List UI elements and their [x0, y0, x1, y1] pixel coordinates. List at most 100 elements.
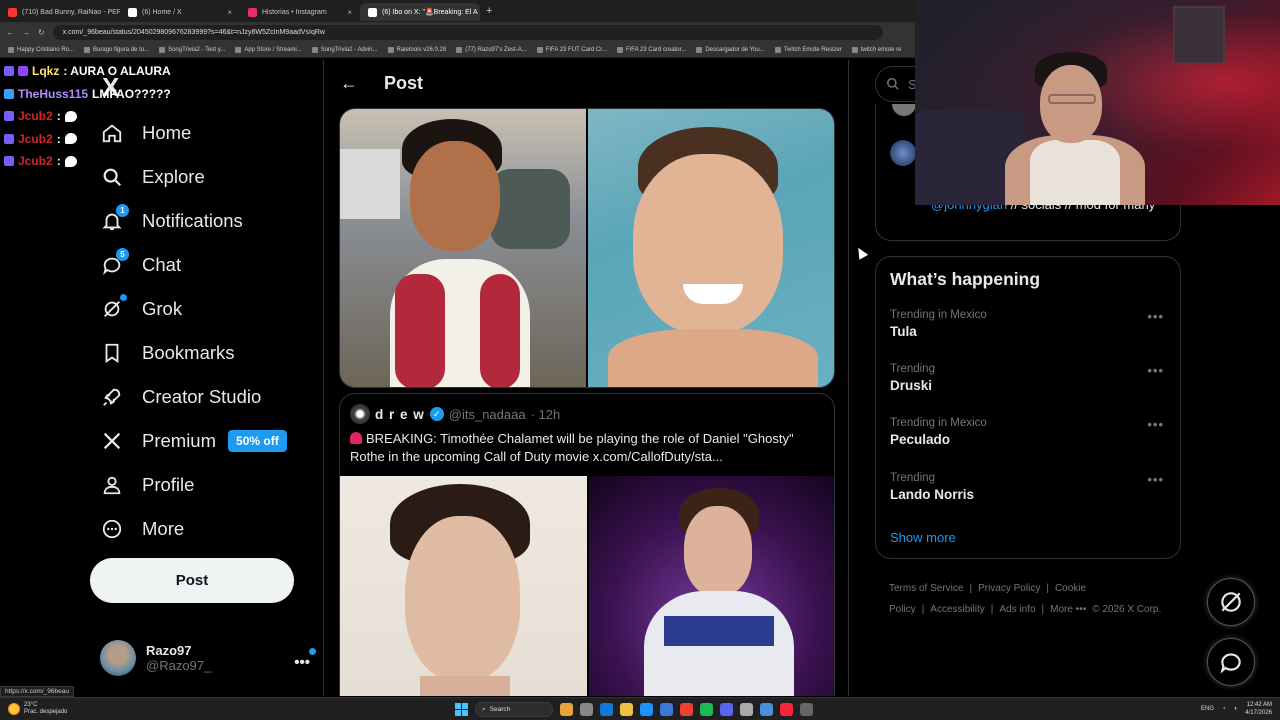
avatar[interactable] — [892, 104, 916, 116]
trend-more-icon[interactable]: ••• — [1147, 472, 1164, 487]
bookmark-favicon-icon — [616, 46, 623, 53]
footer-link[interactable]: More ••• — [1050, 604, 1086, 615]
address-bar[interactable]: x.com/_96beau/status/2045029809676283999… — [52, 24, 883, 40]
new-tab-button[interactable]: + — [480, 5, 498, 17]
spotify-app-icon[interactable] — [700, 703, 713, 716]
bookmark-item[interactable]: twitch emote re — [851, 46, 901, 53]
quote-media[interactable] — [340, 476, 834, 696]
footer-link[interactable]: Ads info — [999, 604, 1035, 615]
bookmark-item[interactable]: FIFA 23 FUT Card Cr... — [536, 46, 607, 53]
premium-discount-badge: 50% off — [228, 430, 287, 452]
nav-item-more[interactable]: More — [100, 507, 287, 551]
nav-item-profile[interactable]: Profile — [100, 463, 287, 507]
section-title: What’s happening — [890, 269, 1041, 289]
bookmark-icon — [100, 341, 124, 365]
trend-item[interactable]: Trending in Mexico Peculado ••• — [890, 417, 1172, 447]
volume-icon[interactable]: ◖ — [1234, 706, 1238, 712]
windows-start-icon[interactable] — [455, 703, 468, 716]
nav-item-premium[interactable]: Premium 50% off — [100, 419, 287, 463]
grok-fab-button[interactable] — [1207, 578, 1255, 626]
post-media-grid[interactable] — [339, 108, 835, 388]
chat-text: : — [56, 154, 61, 169]
language-indicator[interactable]: ENG — [1201, 706, 1214, 712]
nav-item-bookmarks[interactable]: Bookmarks — [100, 331, 287, 375]
bookmark-item[interactable]: Descargador de You... — [696, 46, 765, 53]
bookmark-item[interactable]: Raletools v26.0.28 — [387, 46, 446, 53]
bookmark-favicon-icon — [456, 46, 463, 53]
footer-link[interactable]: Privacy Policy — [978, 583, 1040, 594]
mail-app-icon[interactable] — [660, 703, 673, 716]
task-view-icon[interactable] — [580, 703, 593, 716]
quote-avatar[interactable] — [350, 404, 370, 424]
trend-item[interactable]: Trending Druski ••• — [890, 363, 1172, 393]
footer-link[interactable]: © 2026 X Corp. — [1092, 604, 1161, 615]
post-image-left[interactable] — [340, 109, 586, 387]
widgets-app-icon[interactable] — [560, 703, 573, 716]
back-icon[interactable]: ← — [6, 28, 14, 37]
nav-item-notifications[interactable]: 1 Notifications — [100, 199, 287, 243]
forward-icon[interactable]: → — [22, 28, 30, 37]
footer-link[interactable]: Terms of Service — [889, 583, 963, 594]
tab-favicon-icon — [8, 7, 17, 17]
taskbar-clock[interactable]: 12:42 AM 4/17/2026 — [1245, 701, 1272, 717]
bookmark-item[interactable]: SongTrivia2 - Advin... — [311, 46, 378, 53]
trend-more-icon[interactable]: ••• — [1147, 309, 1164, 324]
music-app-icon[interactable] — [780, 703, 793, 716]
bookmark-favicon-icon — [851, 46, 858, 53]
bookmark-item[interactable]: SongTrivia2 - Test y... — [159, 46, 225, 53]
bookmark-item[interactable]: Twitch Emote Resizer — [774, 46, 842, 53]
browser-tab[interactable]: Historias • Instagram × — [240, 3, 360, 21]
main-column: ← Post d r e w ✓ @its_nadaaa · 12h BREAK… — [323, 60, 849, 696]
bookmark-item[interactable]: FIFA 23 Card creator... — [616, 46, 686, 53]
badge-icon — [4, 133, 14, 144]
discord-app-icon[interactable] — [720, 703, 733, 716]
browser-tab[interactable]: (6) Ibo on X: "🚨Breaking: El A× — [360, 3, 480, 21]
nav-item-label: Notifications — [142, 210, 243, 231]
trend-item[interactable]: Trending in Mexico Tula ••• — [890, 309, 1172, 339]
weather-widget[interactable]: 23°C Prac. despejado — [0, 702, 67, 716]
app-icon[interactable] — [760, 703, 773, 716]
bookmark-favicon-icon — [311, 46, 318, 53]
footer-link[interactable]: Accessibility — [930, 604, 984, 615]
trend-more-icon[interactable]: ••• — [1147, 363, 1164, 378]
account-switcher[interactable]: Razo97 @Razo97_ ••• — [100, 638, 316, 678]
trend-more-icon[interactable]: ••• — [1147, 417, 1164, 432]
browser-tab[interactable]: (6) Home / X × — [120, 3, 240, 21]
steam-app-icon[interactable] — [740, 703, 753, 716]
messages-fab-button[interactable] — [1207, 638, 1255, 686]
close-tab-icon[interactable]: × — [227, 8, 232, 17]
post-button[interactable]: Post — [90, 558, 294, 603]
page-title: Post — [384, 72, 424, 93]
post-image-right[interactable] — [588, 109, 834, 387]
bookmark-item[interactable]: (77) Razo97's Zest-A... — [456, 46, 527, 53]
show-more-link[interactable]: Show more — [890, 530, 956, 545]
store-app-icon[interactable] — [640, 703, 653, 716]
nav-item-chat[interactable]: 5 Chat — [100, 243, 287, 287]
app-icon[interactable] — [800, 703, 813, 716]
taskbar-search[interactable]: ⌕ Search — [475, 702, 553, 717]
trend-item[interactable]: Trending Lando Norris ••• — [890, 472, 1172, 502]
nav-item-creator-studio[interactable]: Creator Studio — [100, 375, 287, 419]
wifi-icon[interactable]: ◔ — [1222, 706, 1226, 712]
tab-favicon-icon — [128, 7, 137, 17]
verified-icon: ✓ — [429, 407, 444, 421]
bookmark-item[interactable]: Happy Cristiano Ro... — [8, 46, 74, 53]
account-more-icon[interactable]: ••• — [294, 647, 316, 671]
reload-icon[interactable]: ↻ — [38, 28, 45, 37]
quote-image-left[interactable] — [340, 476, 587, 696]
close-tab-icon[interactable]: × — [347, 8, 352, 17]
arrow-left-icon[interactable]: ← — [340, 73, 358, 94]
avatar[interactable] — [890, 140, 916, 166]
quoted-post[interactable]: d r e w ✓ @its_nadaaa · 12h BREAKING: Ti… — [339, 393, 835, 696]
nav-item-grok[interactable]: Grok — [100, 287, 287, 331]
file-explorer-icon[interactable] — [620, 703, 633, 716]
edge-browser-icon[interactable] — [600, 703, 613, 716]
bookmark-item[interactable]: Burago figura de to... — [84, 46, 149, 53]
chrome-browser-icon[interactable] — [680, 703, 693, 716]
quote-author-name[interactable]: d r e w — [375, 407, 425, 422]
chat-username: Lqkz — [32, 64, 60, 79]
browser-tab[interactable]: (710) Bad Bunny, RaiNao - PERR× — [0, 3, 120, 21]
quote-image-right[interactable] — [589, 476, 834, 696]
bookmark-item[interactable]: App Store / Streami... — [235, 46, 302, 53]
bookmark-favicon-icon — [387, 46, 394, 53]
